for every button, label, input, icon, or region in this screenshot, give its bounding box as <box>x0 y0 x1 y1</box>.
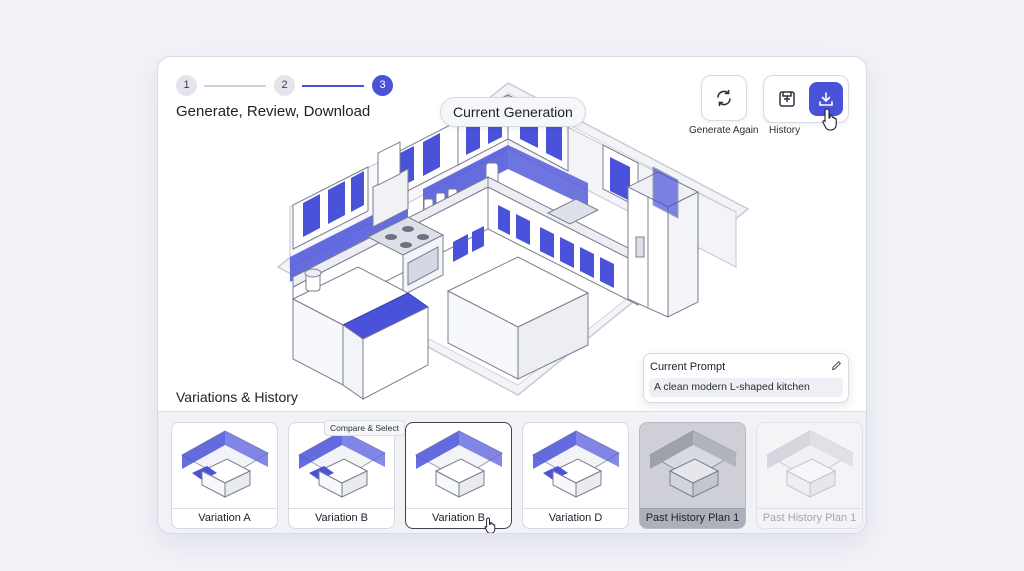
thumb-image <box>180 430 270 498</box>
variations-strip: Variation A Variation B Compare & Select <box>158 411 866 533</box>
thumb-variation-b[interactable]: Variation B <box>288 422 395 529</box>
generate-again-button[interactable] <box>701 75 747 121</box>
step-connector <box>204 85 266 87</box>
thumb-image <box>414 430 504 498</box>
generation-card: 1 2 3 Generate, Review, Download Current… <box>157 56 867 534</box>
current-prompt-card: Current Prompt A clean modern L-shaped k… <box>643 353 849 403</box>
thumb-label: Variation B <box>289 508 394 528</box>
thumb-label: Past History Plan 1 <box>757 508 862 528</box>
hand-cursor-icon <box>822 108 837 131</box>
history-label: History <box>769 125 801 136</box>
step-1[interactable]: 1 <box>176 75 197 96</box>
download-icon <box>819 92 833 106</box>
thumb-label: Variation D <box>523 508 628 528</box>
prompt-field[interactable]: A clean modern L-shaped kitchen <box>649 378 843 397</box>
thumb-variation-d[interactable]: Variation D <box>522 422 629 529</box>
hand-cursor-icon <box>484 517 496 533</box>
thumb-label: Variation A <box>172 508 277 528</box>
refresh-icon <box>707 81 741 115</box>
current-generation-label: Current Generation <box>440 97 586 127</box>
thumb-image <box>765 430 855 498</box>
thumb-variation-b-selected[interactable]: Variation B <box>405 422 512 529</box>
thumb-label: Past History Plan 1 <box>640 508 745 528</box>
thumb-image <box>531 430 621 498</box>
variations-title: Variations & History <box>176 389 298 405</box>
prompt-label: Current Prompt <box>650 361 726 373</box>
generate-again-label: Generate Again <box>689 125 759 136</box>
compare-select-tooltip: Compare & Select <box>324 420 405 436</box>
history-button[interactable] <box>770 82 804 116</box>
pencil-icon[interactable] <box>831 360 842 371</box>
save-icon <box>779 91 795 107</box>
thumb-variation-a[interactable]: Variation A <box>171 422 278 529</box>
thumb-image <box>648 430 738 498</box>
thumb-past-history-plan-1-faded[interactable]: Past History Plan 1 <box>756 422 863 529</box>
thumb-past-history-plan-1[interactable]: Past History Plan 1 <box>639 422 746 529</box>
